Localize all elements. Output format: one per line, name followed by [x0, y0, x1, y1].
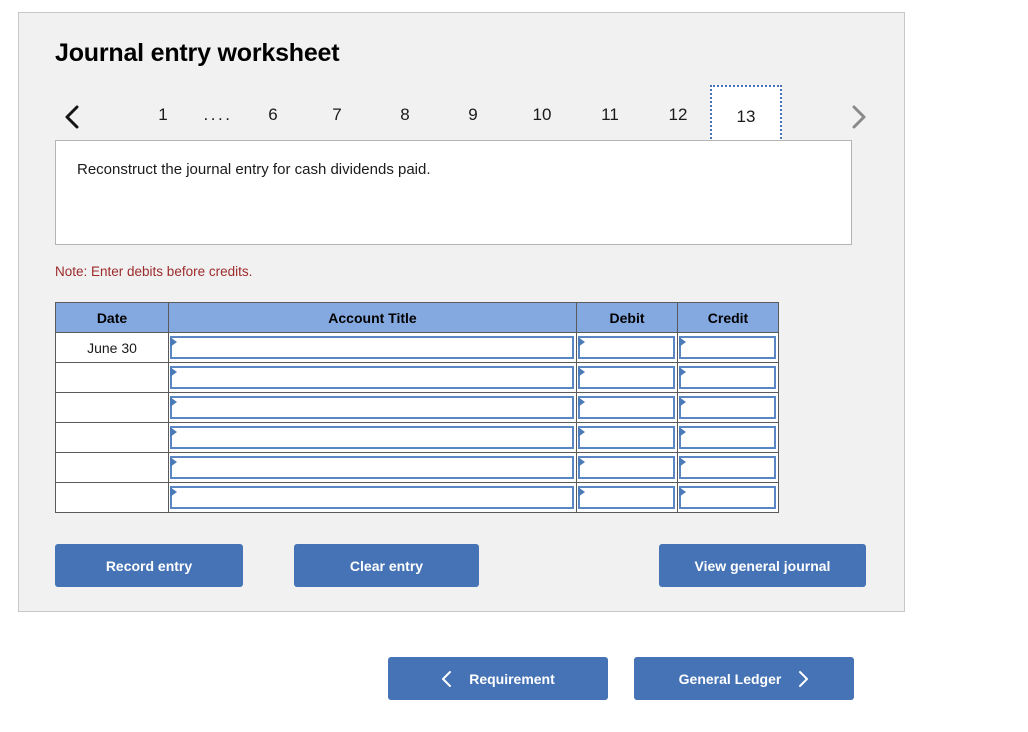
chevron-left-icon[interactable] [55, 97, 89, 137]
account-title-input[interactable] [170, 396, 574, 419]
requirement-nav-button[interactable]: Requirement [388, 657, 608, 700]
table-header-row: Date Account Title Debit Credit [56, 303, 779, 333]
date-cell[interactable] [56, 483, 169, 513]
date-cell[interactable] [56, 393, 169, 423]
tab-10[interactable]: 10 [517, 85, 567, 145]
debit-input[interactable] [578, 396, 675, 419]
account-title-input[interactable] [170, 486, 574, 509]
tab-12[interactable]: 12 [653, 85, 703, 145]
chevron-left-icon [441, 670, 453, 688]
credit-input[interactable] [679, 426, 776, 449]
debit-input[interactable] [578, 336, 675, 359]
tab-label: 10 [533, 105, 552, 125]
column-header-debit: Debit [577, 303, 678, 333]
clear-entry-button[interactable]: Clear entry [294, 544, 479, 587]
account-title-cell[interactable] [169, 483, 577, 513]
tab-label: 8 [400, 105, 409, 125]
table-row [56, 483, 779, 513]
chevron-right-icon [797, 670, 809, 688]
account-title-input[interactable] [170, 456, 574, 479]
credit-input[interactable] [679, 366, 776, 389]
tab-label: 6 [268, 105, 277, 125]
account-title-cell[interactable] [169, 423, 577, 453]
credit-input[interactable] [679, 336, 776, 359]
debit-input[interactable] [578, 456, 675, 479]
tab-13[interactable]: 13 [710, 85, 782, 147]
tab-6[interactable]: 6 [249, 85, 297, 145]
requirement-label: Requirement [469, 671, 555, 687]
credit-input[interactable] [679, 486, 776, 509]
journal-entry-table: Date Account Title Debit Credit June 30 [55, 302, 779, 513]
instruction-panel: Reconstruct the journal entry for cash d… [55, 140, 852, 245]
date-cell[interactable] [56, 363, 169, 393]
table-row [56, 363, 779, 393]
tab-7[interactable]: 7 [313, 85, 361, 145]
debit-cell[interactable] [577, 393, 678, 423]
debit-cell[interactable] [577, 483, 678, 513]
account-title-cell[interactable] [169, 393, 577, 423]
tab-label: 12 [669, 105, 688, 125]
debit-input[interactable] [578, 486, 675, 509]
instruction-text: Reconstruct the journal entry for cash d… [77, 161, 431, 178]
account-title-input[interactable] [170, 366, 574, 389]
credit-cell[interactable] [678, 483, 779, 513]
table-row [56, 423, 779, 453]
tab-label: 11 [601, 105, 619, 125]
view-general-journal-button[interactable]: View general journal [659, 544, 866, 587]
chevron-right-icon[interactable] [841, 97, 875, 137]
account-title-cell[interactable] [169, 363, 577, 393]
account-title-input[interactable] [170, 336, 574, 359]
general-ledger-nav-button[interactable]: General Ledger [634, 657, 854, 700]
credit-cell[interactable] [678, 423, 779, 453]
date-cell[interactable] [56, 453, 169, 483]
journal-entry-worksheet-card: Journal entry worksheet 1 .... 6 7 8 9 1… [18, 12, 905, 612]
debit-input[interactable] [578, 366, 675, 389]
page-title: Journal entry worksheet [55, 39, 339, 68]
date-cell[interactable]: June 30 [56, 333, 169, 363]
account-title-cell[interactable] [169, 453, 577, 483]
debit-cell[interactable] [577, 363, 678, 393]
credit-cell[interactable] [678, 453, 779, 483]
tab-label: 13 [737, 107, 756, 127]
debit-cell[interactable] [577, 453, 678, 483]
column-header-credit: Credit [678, 303, 779, 333]
account-title-cell[interactable] [169, 333, 577, 363]
general-ledger-label: General Ledger [679, 671, 782, 687]
tab-label: .... [204, 105, 233, 125]
debit-cell[interactable] [577, 423, 678, 453]
tab-9[interactable]: 9 [449, 85, 497, 145]
debit-input[interactable] [578, 426, 675, 449]
tab-1[interactable]: 1 [139, 85, 187, 145]
tab-label: 9 [468, 105, 477, 125]
table-row: June 30 [56, 333, 779, 363]
debit-cell[interactable] [577, 333, 678, 363]
table-row [56, 393, 779, 423]
tab-label: 1 [158, 105, 167, 125]
credit-input[interactable] [679, 456, 776, 479]
tab-label: 7 [332, 105, 341, 125]
table-row [56, 453, 779, 483]
column-header-date: Date [56, 303, 169, 333]
account-title-input[interactable] [170, 426, 574, 449]
debits-before-credits-note: Note: Enter debits before credits. [55, 264, 252, 279]
credit-input[interactable] [679, 396, 776, 419]
record-entry-button[interactable]: Record entry [55, 544, 243, 587]
credit-cell[interactable] [678, 333, 779, 363]
credit-cell[interactable] [678, 363, 779, 393]
tab-8[interactable]: 8 [381, 85, 429, 145]
credit-cell[interactable] [678, 393, 779, 423]
tab-ellipsis: .... [191, 85, 245, 145]
tab-11[interactable]: 11 [585, 85, 635, 145]
column-header-account-title: Account Title [169, 303, 577, 333]
date-cell[interactable] [56, 423, 169, 453]
